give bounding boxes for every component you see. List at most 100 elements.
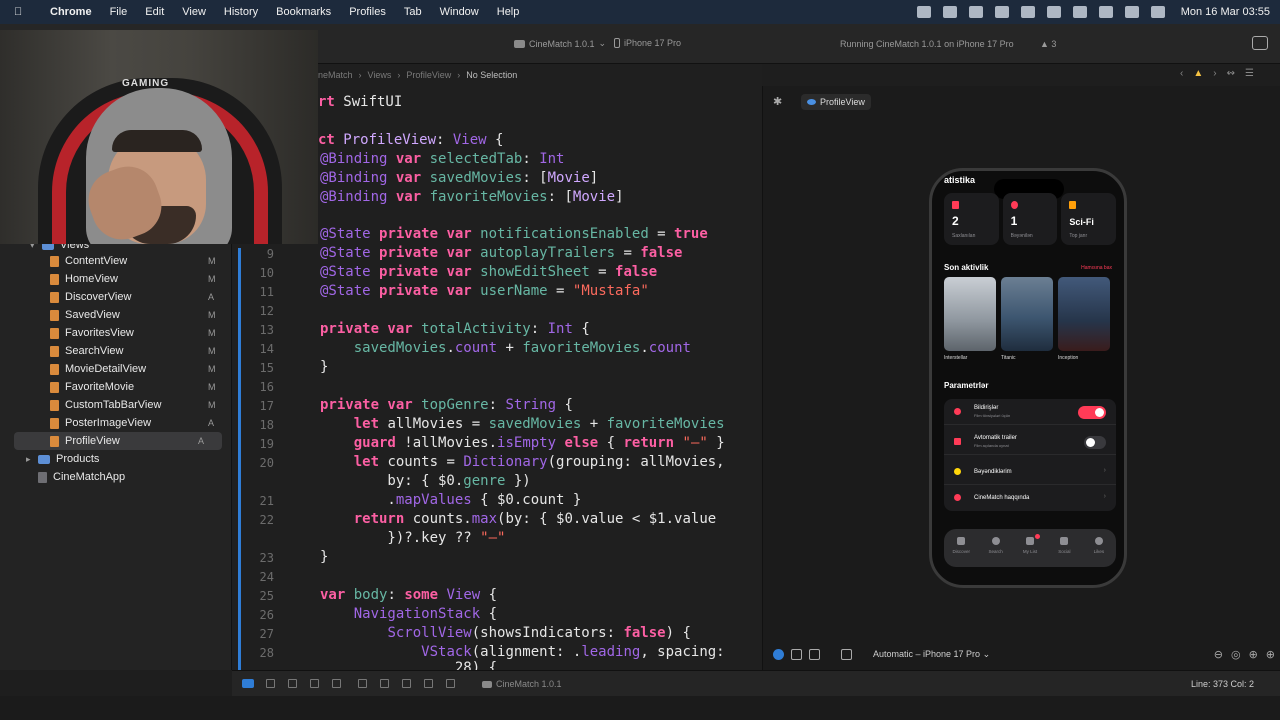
status-icon[interactable]: [1020, 6, 1035, 18]
poster-card[interactable]: Interstellar: [944, 277, 996, 367]
live-preview-icon[interactable]: [773, 649, 784, 660]
environment-icon[interactable]: [402, 679, 411, 688]
status-icon[interactable]: [942, 6, 957, 18]
pin-icon[interactable]: ✱: [773, 95, 782, 108]
wifi-icon[interactable]: [1098, 6, 1113, 18]
warning-count[interactable]: ▲ 3: [1040, 39, 1056, 49]
tab-social[interactable]: Social: [1047, 529, 1081, 567]
nav-file-moviedetailview[interactable]: MovieDetailView M: [0, 360, 232, 378]
poster-image: [1058, 277, 1110, 351]
debug-process[interactable]: CineMatch 1.0.1: [482, 679, 562, 689]
zoom-fit-icon[interactable]: ◎: [1231, 648, 1241, 661]
settings-row-likes[interactable]: Bəyəndiklərim ›: [944, 459, 1116, 485]
step-out-icon[interactable]: [332, 679, 341, 688]
menu-view[interactable]: View: [182, 6, 206, 18]
poster-card[interactable]: Titanic: [1001, 277, 1053, 367]
variants-icon[interactable]: [809, 649, 820, 660]
step-over-icon[interactable]: [288, 679, 297, 688]
preview-device-selector[interactable]: Automatic – iPhone 17 Pro ⌄: [873, 649, 990, 660]
menu-tab[interactable]: Tab: [404, 6, 422, 18]
menu-profiles[interactable]: Profiles: [349, 6, 386, 18]
tab-discover[interactable]: Discover: [944, 529, 978, 567]
nav-file-profileview[interactable]: ProfileView A: [14, 432, 222, 450]
menu-history[interactable]: History: [224, 6, 258, 18]
git-status: A: [208, 292, 215, 302]
nav-file-homeview[interactable]: HomeView M: [0, 270, 232, 288]
nav-file-customtabbarview[interactable]: CustomTabBarView M: [0, 396, 232, 414]
stat-card-liked[interactable]: 1 Bəyənilən: [1002, 193, 1058, 245]
nav-file-posterimageview[interactable]: PosterImageView A: [0, 414, 232, 432]
chevron-left-icon[interactable]: ‹: [1180, 68, 1183, 79]
menu-bookmarks[interactable]: Bookmarks: [276, 6, 331, 18]
tab-search[interactable]: Search: [978, 529, 1012, 567]
menu-window[interactable]: Window: [440, 6, 479, 18]
inspector-toggle-icon[interactable]: [1252, 36, 1268, 50]
tab-my-list[interactable]: My List: [1013, 529, 1047, 567]
menu-edit[interactable]: Edit: [145, 6, 164, 18]
breadcrumb-file[interactable]: ProfileView: [406, 70, 451, 80]
warning-icon[interactable]: ▲: [1193, 68, 1203, 79]
nav-file-favoritemovie[interactable]: FavoriteMovie M: [0, 378, 232, 396]
menu-file[interactable]: File: [110, 6, 128, 18]
stat-label: Top janr: [1069, 233, 1088, 239]
tab-likes[interactable]: Likes: [1082, 529, 1116, 567]
info-icon: [954, 494, 961, 501]
settings-row-about[interactable]: CineMatch haqqında ›: [944, 485, 1116, 511]
line-number: 12: [259, 304, 274, 318]
minimap-icon[interactable]: ☰: [1245, 68, 1254, 79]
git-status: A: [208, 418, 215, 428]
camera-icon[interactable]: [968, 6, 983, 18]
zoom-100-icon[interactable]: ⊕: [1249, 648, 1258, 661]
step-into-icon[interactable]: [310, 679, 319, 688]
menu-app-name[interactable]: Chrome: [50, 6, 92, 18]
control-center-icon[interactable]: [1150, 6, 1165, 18]
breadcrumb-folder[interactable]: Views: [368, 70, 392, 80]
stat-card-saved[interactable]: 2 Saxlanılan: [944, 193, 999, 245]
status-icon[interactable]: [916, 6, 931, 18]
zoom-in-icon[interactable]: ⊕: [1266, 648, 1275, 661]
settings-row-autoplay[interactable]: Avtomatik trailer Film açılanda oynat: [944, 429, 1116, 455]
location-arrow-icon[interactable]: [446, 679, 455, 688]
simulate-location-icon[interactable]: [424, 679, 433, 688]
nav-group-products[interactable]: ▸ Products: [0, 450, 232, 468]
nav-file-favoritesview[interactable]: FavoritesView M: [0, 324, 232, 342]
menu-clock[interactable]: Mon 16 Mar 03:55: [1181, 6, 1270, 18]
preview-tab[interactable]: ProfileView: [801, 94, 871, 110]
pen-icon[interactable]: [994, 6, 1009, 18]
chevron-right-icon[interactable]: ›: [1213, 68, 1216, 79]
status-icon[interactable]: [1046, 6, 1061, 18]
iphone-preview[interactable]: atistika 2 Saxlanılan 1 Bəyənilən Sci-Fi…: [929, 168, 1127, 588]
device-settings-icon[interactable]: [841, 649, 852, 660]
autoplay-toggle[interactable]: [1084, 436, 1106, 449]
pause-icon[interactable]: [266, 679, 275, 688]
swift-file-icon: [50, 417, 59, 429]
see-all-link[interactable]: Hamısına bax: [1081, 265, 1112, 271]
nav-file-discoverview[interactable]: DiscoverView A: [0, 288, 232, 306]
play-icon[interactable]: [1072, 6, 1087, 18]
nav-file-searchview[interactable]: SearchView M: [0, 342, 232, 360]
nav-file-savedview[interactable]: SavedView M: [0, 306, 232, 324]
apple-icon[interactable]: : [14, 6, 32, 18]
view-hierarchy-icon[interactable]: [358, 679, 367, 688]
battery-icon[interactable]: [1124, 6, 1139, 18]
notifications-toggle[interactable]: [1078, 406, 1106, 419]
breadcrumb-project[interactable]: neMatch: [318, 70, 353, 80]
line-number: 26: [259, 608, 274, 622]
toggle-knob: [1095, 408, 1104, 417]
breadcrumb-selection[interactable]: No Selection: [466, 70, 517, 80]
poster-card[interactable]: Inception: [1058, 277, 1110, 367]
menu-help[interactable]: Help: [497, 6, 520, 18]
disclosure-closed-icon[interactable]: ▸: [26, 454, 38, 465]
stat-card-genre[interactable]: Sci-Fi Top janr: [1061, 193, 1117, 245]
adjust-icon[interactable]: ↭: [1227, 68, 1235, 79]
eye-icon: [807, 99, 816, 105]
memory-graph-icon[interactable]: [380, 679, 389, 688]
nav-file-contentview[interactable]: ContentView M: [0, 252, 232, 270]
console-toggle-icon[interactable]: [242, 679, 254, 688]
scheme-selector[interactable]: CineMatch 1.0.1 ⌄: [514, 38, 606, 49]
device-selector[interactable]: iPhone 17 Pro: [614, 38, 681, 48]
selectable-icon[interactable]: [791, 649, 802, 660]
settings-row-notifications[interactable]: Bildirişlər Film tövsiyələri üçün: [944, 399, 1116, 425]
nav-cinematchapp[interactable]: CineMatchApp: [0, 468, 232, 486]
zoom-out-icon[interactable]: ⊖: [1214, 648, 1223, 661]
